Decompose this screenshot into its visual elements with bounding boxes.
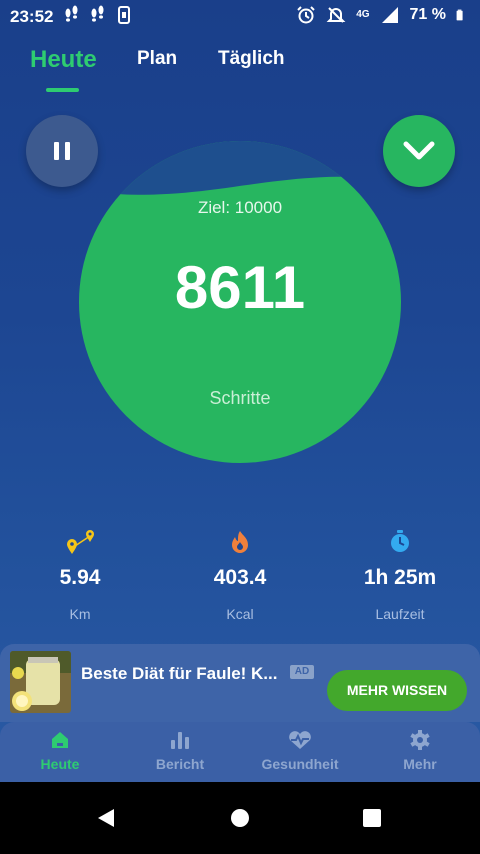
home-icon [52,732,68,748]
status-right-icons: 4G 71 % [296,5,468,25]
phone-icon [118,6,130,24]
alarm-icon [297,6,315,24]
signal-icon [381,7,398,23]
ad-badge: AD [290,665,314,679]
nav-item-gesundheit[interactable]: Gesundheit [240,728,360,772]
nav-label-gesundheit: Gesundheit [261,756,339,772]
stat-calories: 403.4 Kcal [160,526,320,622]
top-tabs: Heute Plan Täglich [0,44,480,94]
gear-icon [410,730,430,750]
app-screen: 23:52 4G 71 % Heute Plan Täglich Ziel: 1… [0,0,480,782]
steps-notification-icon [91,5,104,22]
battery-icon [456,9,463,21]
nav-item-bericht[interactable]: Bericht [120,728,240,772]
nav-label-bericht: Bericht [155,756,205,772]
distance-label: Km [69,606,91,622]
nav-label-heute: Heute [40,756,80,772]
recents-icon[interactable] [360,806,384,830]
calories-label: Kcal [226,606,254,622]
distance-value: 5.94 [59,566,101,589]
battery-percent: 71 % [409,6,446,23]
back-icon[interactable] [94,806,118,830]
pause-icon [54,142,70,160]
stat-distance: 5.94 Km [0,526,160,622]
notifications-off-icon [326,7,346,23]
steps-notification-icon [65,5,78,22]
tab-active-indicator [46,88,79,92]
tab-heute[interactable]: Heute [30,46,97,74]
nav-label-mehr: Mehr [403,756,437,772]
nav-item-mehr[interactable]: Mehr [360,728,480,772]
network-type: 4G [356,9,370,20]
heart-pulse-icon [289,731,311,749]
steps-count: 8611 [174,254,306,321]
nav-item-heute[interactable]: Heute [0,728,120,772]
duration-label: Laufzeit [375,606,425,622]
stat-duration: 1h 25m Laufzeit [320,526,480,622]
bar-chart-icon [171,732,189,749]
ad-image [10,651,71,713]
calories-value: 403.4 [213,566,267,589]
home-button-icon[interactable] [228,806,252,830]
system-navigation-bar [0,782,480,854]
status-bar: 23:52 4G 71 % [0,0,480,32]
steps-progress-circle[interactable]: Ziel: 10000 8611 Schritte [79,141,401,463]
ad-cta-button[interactable]: MEHR WISSEN [327,670,467,711]
tab-plan[interactable]: Plan [137,48,177,70]
flame-icon [232,531,248,553]
duration-value: 1h 25m [363,566,437,589]
pause-button[interactable] [26,115,98,187]
tab-taeglich[interactable]: Täglich [218,48,285,70]
status-time: 23:52 [10,7,54,26]
status-left-icons [62,5,134,25]
bottom-navigation: Heute Bericht Gesundheit Mehr [0,722,480,782]
ad-banner[interactable]: Beste Diät für Faule! K... AD MEHR WISSE… [0,644,480,722]
ad-title: Beste Diät für Faule! K... [81,664,278,683]
route-icon [67,530,94,554]
steps-label: Schritte [209,388,271,408]
stopwatch-icon [391,530,409,552]
expand-button[interactable] [383,115,455,187]
goal-label: Ziel: 10000 [197,198,283,217]
chevron-down-icon [403,141,435,160]
